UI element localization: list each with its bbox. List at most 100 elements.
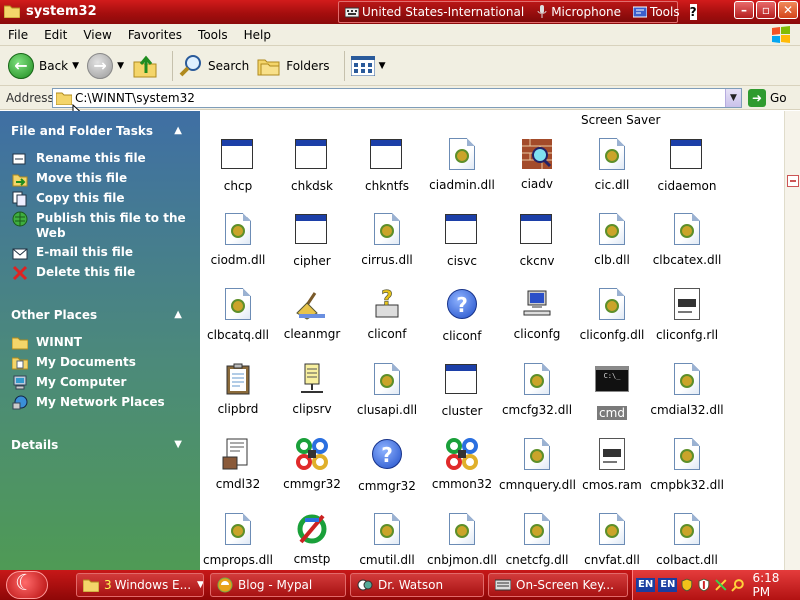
close-button[interactable]: ✕ [778, 1, 798, 19]
file-item[interactable]: cmutil.dll [349, 512, 425, 567]
file-item[interactable]: cluster [424, 362, 500, 418]
minimize-button[interactable]: – [734, 1, 754, 19]
file-item[interactable]: cnvfat.dll [574, 512, 650, 567]
search-button[interactable]: Search [179, 54, 249, 78]
file-item[interactable]: cliconfg [499, 287, 575, 341]
file-item[interactable]: chkntfs [349, 137, 425, 193]
file-item[interactable]: ? cliconf [349, 286, 425, 341]
back-dropdown-icon[interactable]: ▼ [72, 61, 79, 71]
file-item[interactable]: ckcnv [499, 212, 575, 268]
title-bar[interactable]: system32 United States-International Mic… [0, 0, 800, 24]
task-move[interactable]: Move this file [12, 171, 192, 187]
file-item[interactable]: cleanmgr [274, 287, 350, 341]
file-item[interactable]: cliconfg.dll [574, 287, 650, 342]
file-item[interactable]: clb.dll [574, 212, 650, 267]
forward-button[interactable]: → ▼ [87, 52, 124, 79]
taskbar-button-mypal[interactable]: Blog - Mypal [210, 573, 346, 597]
task-publish[interactable]: Publish this file to the Web [12, 211, 192, 241]
go-button[interactable]: ➜ Go [748, 89, 787, 107]
network-icon[interactable] [714, 578, 728, 592]
file-item[interactable]: cirrus.dll [349, 212, 425, 267]
task-email[interactable]: E-mail this file [12, 245, 192, 261]
address-input[interactable]: C:\WINNT\system32 ▼ [52, 88, 742, 108]
menu-view[interactable]: View [75, 28, 119, 42]
file-item[interactable]: cmnquery.dll [499, 437, 576, 492]
forward-dropdown-icon[interactable]: ▼ [117, 61, 124, 71]
file-item[interactable]: cmdial32.dll [649, 362, 725, 417]
language-bar[interactable]: United States-International Microphone T… [338, 1, 697, 23]
menu-file[interactable]: File [0, 28, 36, 42]
views-button[interactable]: ▼ [350, 55, 386, 76]
start-button[interactable] [6, 571, 48, 599]
input-language-indicator[interactable]: EN [658, 578, 678, 592]
file-item[interactable]: cmstp [274, 512, 350, 566]
collapse-icon[interactable]: ▲ [174, 120, 182, 142]
task-copy[interactable]: Copy this file [12, 191, 192, 207]
menu-edit[interactable]: Edit [36, 28, 75, 42]
place-my-computer[interactable]: My Computer [12, 375, 192, 391]
file-item[interactable]: cisvc [424, 212, 500, 268]
menu-help[interactable]: Help [236, 28, 279, 42]
up-button[interactable] [132, 53, 158, 79]
task-delete[interactable]: Delete this file [12, 265, 192, 281]
file-item[interactable]: ciadmin.dll [424, 137, 500, 192]
file-item[interactable]: cmpbk32.dll [649, 437, 725, 492]
file-item[interactable]: colbact.dll [649, 512, 725, 567]
tools-button[interactable]: Tools [627, 2, 686, 22]
help-button[interactable]: ? [689, 4, 697, 20]
file-item[interactable]: cipher [274, 212, 350, 268]
file-tasks-header[interactable]: File and Folder Tasks ▲ [0, 120, 200, 142]
place-network[interactable]: My Network Places [12, 395, 192, 411]
details-header[interactable]: Details ▼ [0, 434, 200, 456]
file-item[interactable]: cmprops.dll [200, 512, 276, 567]
file-item[interactable]: clusapi.dll [349, 362, 425, 417]
address-dropdown-button[interactable]: ▼ [725, 89, 741, 107]
maximize-button[interactable]: ▫ [756, 1, 776, 19]
file-item[interactable]: cliconfg.rll [649, 287, 725, 342]
security-shield-icon[interactable] [697, 578, 711, 592]
file-item[interactable]: chkdsk [274, 137, 350, 193]
file-item[interactable]: ciadv [499, 137, 575, 191]
shield-icon[interactable] [680, 578, 694, 592]
file-list[interactable]: Screen Saver chcp chkdsk chkntfs ciadmin.dl… [200, 111, 784, 570]
magnifier-icon[interactable] [730, 578, 745, 592]
file-item[interactable]: clbcatq.dll [200, 287, 276, 342]
file-item[interactable]: C:\_ cmd [574, 362, 650, 420]
file-item[interactable]: cmdl32 [200, 437, 276, 491]
file-item[interactable]: clipbrd [200, 362, 276, 416]
clock[interactable]: 6:18 PM [752, 571, 800, 599]
place-winnt[interactable]: WINNT [12, 335, 192, 351]
taskbar-button-drwatson[interactable]: Dr. Watson [350, 573, 484, 597]
taskbar-button-osk[interactable]: On-Screen Key... [488, 573, 628, 597]
language-selector[interactable]: United States-International [339, 2, 530, 22]
file-item[interactable]: ? cmmgr32 [349, 437, 425, 493]
file-item[interactable]: cnbjmon.dll [424, 512, 500, 567]
collapse-icon[interactable]: ▲ [174, 304, 182, 326]
expand-icon[interactable]: ▼ [174, 434, 182, 456]
file-item[interactable]: clipsrv [274, 362, 350, 416]
file-item[interactable]: cic.dll [574, 137, 650, 192]
vertical-scrollbar[interactable] [784, 111, 800, 570]
scrollbar-thumb[interactable] [787, 175, 799, 187]
file-item[interactable]: cmcfg32.dll [499, 362, 575, 417]
file-item[interactable]: chcp [200, 137, 276, 193]
other-places-header[interactable]: Other Places ▲ [0, 304, 200, 326]
input-language-indicator[interactable]: EN [636, 578, 656, 592]
file-item[interactable]: ciodm.dll [200, 212, 276, 267]
menu-favorites[interactable]: Favorites [120, 28, 190, 42]
place-my-documents[interactable]: My Documents [12, 355, 192, 371]
file-item[interactable]: clbcatex.dll [649, 212, 725, 267]
file-item[interactable]: cmmgr32 [274, 437, 350, 491]
file-item[interactable]: cmos.ram [574, 437, 650, 492]
menu-tools[interactable]: Tools [190, 28, 236, 42]
file-item[interactable]: cidaemon [649, 137, 725, 193]
file-item[interactable]: cnetcfg.dll [499, 512, 575, 567]
task-rename[interactable]: Rename this file [12, 151, 192, 167]
file-item[interactable]: cmmon32 [424, 437, 500, 491]
taskbar-button-explorer[interactable]: 3 Windows E... ▼ [76, 573, 204, 597]
views-dropdown-icon[interactable]: ▼ [379, 61, 386, 71]
file-item[interactable]: ? cliconf [424, 287, 500, 343]
microphone-button[interactable]: Microphone [530, 2, 627, 22]
folders-button[interactable]: Folders [257, 55, 330, 77]
back-button[interactable]: ← Back ▼ [8, 52, 79, 79]
